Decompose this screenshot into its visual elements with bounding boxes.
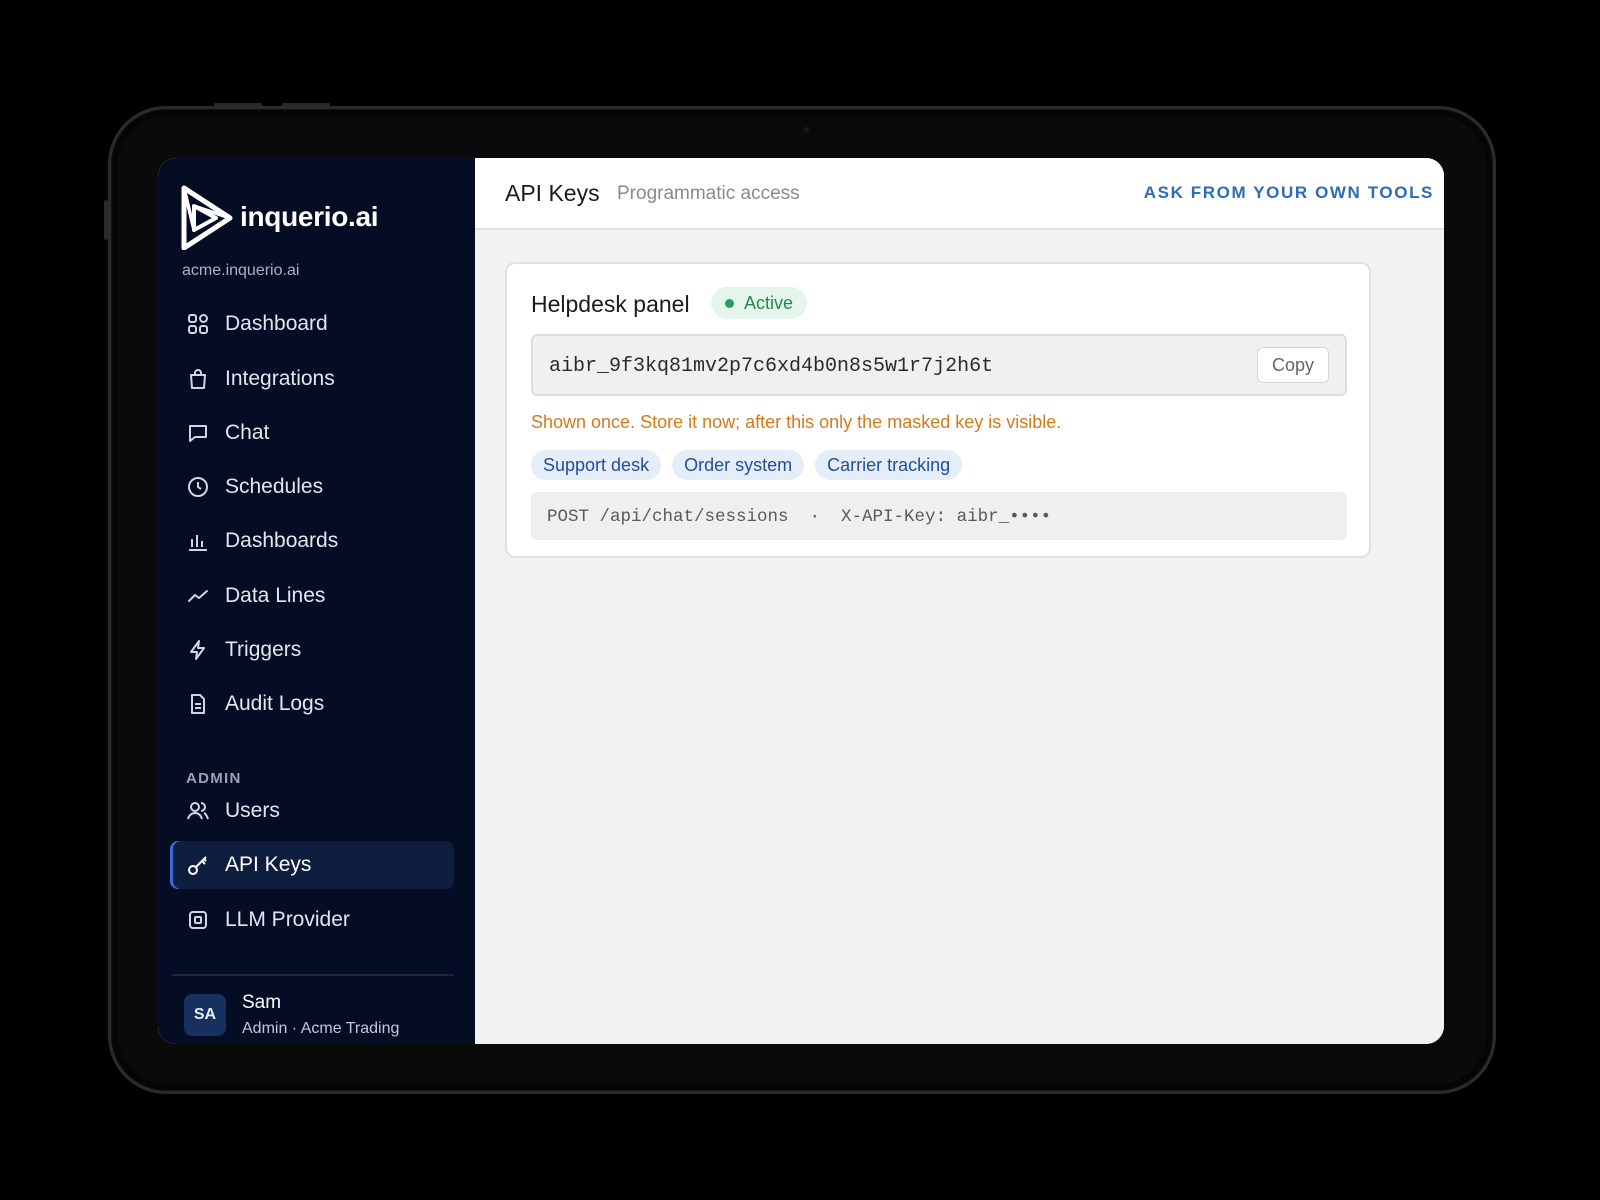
api-key-value[interactable]: aibr_9f3kq81mv2p7c6xd4b0n8s5w1r7j2h6t <box>549 355 993 378</box>
user-name: Sam <box>242 992 282 1013</box>
sidebar-item-schedules[interactable]: Schedules <box>170 463 454 511</box>
status-badge: Active <box>711 287 808 319</box>
chat-bubble-icon <box>185 420 211 446</box>
sidebar-item-data-lines[interactable]: Data Lines <box>170 572 454 620</box>
main-content: API Keys Programmatic access ASK FROM YO… <box>475 158 1444 1044</box>
scope-tag: Support desk <box>531 450 662 480</box>
admin-section-label: ADMIN <box>186 770 242 787</box>
sidebar-item-label: Triggers <box>225 638 302 661</box>
sidebar-item-label: Dashboards <box>225 529 339 552</box>
top-bar: API Keys Programmatic access ASK FROM YO… <box>475 158 1444 230</box>
volume-button <box>282 103 330 107</box>
sidebar-divider <box>172 974 454 976</box>
sidebar: inquerio.ai acme.inquerio.ai Dashboard I… <box>158 158 475 1044</box>
status-dot-icon <box>725 298 734 308</box>
users-icon <box>185 798 211 824</box>
sidebar-item-llm-provider[interactable]: LLM Provider <box>170 896 454 944</box>
sidebar-item-integrations[interactable]: Integrations <box>170 355 454 403</box>
sidebar-item-dashboards[interactable]: Dashboards <box>170 517 454 565</box>
sidebar-item-label: Data Lines <box>225 584 326 607</box>
brand-name: inquerio.ai <box>240 201 379 232</box>
status-label: Active <box>744 292 794 313</box>
user-role: Admin · Acme Trading <box>242 1020 400 1037</box>
sidebar-item-label: Integrations <box>225 367 335 390</box>
user-meta: Sam Admin · Acme Trading <box>242 992 399 1038</box>
scope-tag: Order system <box>672 450 805 480</box>
key-name: Helpdesk panel <box>531 291 690 317</box>
trend-line-icon <box>185 583 211 609</box>
volume-button <box>214 103 262 107</box>
sidebar-item-label: Audit Logs <box>225 692 325 715</box>
clock-icon <box>185 474 211 500</box>
sidebar-item-chat[interactable]: Chat <box>170 409 454 457</box>
logo-icon <box>181 185 233 250</box>
page-title: API Keys <box>505 180 600 206</box>
api-key-field[interactable]: aibr_9f3kq81mv2p7c6xd4b0n8s5w1r7j2h6t Co… <box>531 334 1347 396</box>
sidebar-item-audit-logs[interactable]: Audit Logs <box>170 680 454 728</box>
lightning-icon <box>185 637 211 663</box>
sidebar-item-triggers[interactable]: Triggers <box>170 626 454 674</box>
power-button <box>104 200 108 240</box>
endpoint-text: POST /api/chat/sessions · X-API-Key: aib… <box>547 507 1052 527</box>
sidebar-item-api-keys[interactable]: API Keys <box>170 841 454 889</box>
grid-icon <box>185 311 211 337</box>
scope-tags: Support desk Order system Carrier tracki… <box>531 450 973 480</box>
sidebar-item-label: Chat <box>225 421 270 444</box>
chip-icon <box>185 907 211 933</box>
sidebar-item-label: API Keys <box>225 853 312 876</box>
app-screen: inquerio.ai acme.inquerio.ai Dashboard I… <box>158 158 1444 1044</box>
document-icon <box>185 691 211 717</box>
bag-icon <box>185 366 211 392</box>
tenant-domain: acme.inquerio.ai <box>182 262 300 279</box>
sidebar-item-dashboard[interactable]: Dashboard <box>170 300 454 348</box>
scope-tag: Carrier tracking <box>815 450 963 480</box>
avatar: SA <box>184 994 226 1036</box>
bar-chart-icon <box>185 528 211 554</box>
sidebar-item-label: Users <box>225 799 280 822</box>
copy-button[interactable]: Copy <box>1257 347 1329 383</box>
sidebar-item-users[interactable]: Users <box>170 787 454 835</box>
api-key-card: Helpdesk panel Active aibr_9f3kq81mv2p7c… <box>505 262 1371 558</box>
sidebar-item-label: LLM Provider <box>225 908 350 931</box>
brand-logo[interactable]: inquerio.ai <box>180 184 379 250</box>
page-subtitle: Programmatic access <box>617 183 800 204</box>
endpoint-example: POST /api/chat/sessions · X-API-Key: aib… <box>531 492 1347 540</box>
user-profile[interactable]: SA Sam Admin · Acme Trading <box>184 992 399 1038</box>
warning-message: Shown once. Store it now; after this onl… <box>531 412 1062 432</box>
sidebar-item-label: Schedules <box>225 475 324 498</box>
ask-from-tools-link[interactable]: ASK FROM YOUR OWN TOOLS <box>1144 183 1434 203</box>
key-icon <box>185 852 211 878</box>
camera <box>804 127 809 132</box>
sidebar-item-label: Dashboard <box>225 312 328 335</box>
